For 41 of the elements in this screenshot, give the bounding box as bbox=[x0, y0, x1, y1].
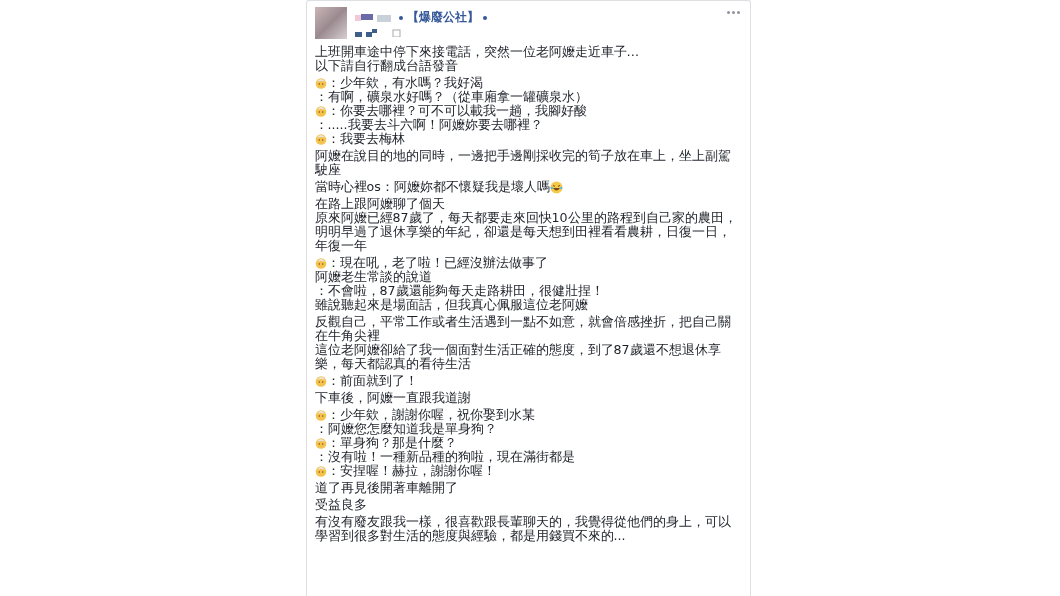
post-text-line: ：阿嬤您怎麼知道我是單身狗？ bbox=[314, 422, 497, 436]
elder-emoji-icon bbox=[314, 437, 327, 449]
post-text-line: ：.....我要去斗六啊！阿嬤妳要去哪裡？ bbox=[314, 118, 543, 132]
post-text-line: 在路上跟阿嬤聊了個天 bbox=[314, 197, 445, 211]
elder-emoji-icon bbox=[314, 257, 327, 269]
post-text-line: 下車後，阿嬤一直跟我道謝 bbox=[314, 391, 471, 405]
elder-emoji-icon bbox=[314, 133, 327, 145]
post-text-line: 雖說聽起來是場面話，但我真心佩服這位老阿嬤 bbox=[314, 298, 588, 312]
separator-dot bbox=[482, 15, 487, 20]
avatar-placeholder bbox=[314, 7, 347, 39]
laughing-emoji-icon bbox=[549, 181, 563, 194]
dialogue-line: ：安捏喔！赫拉，謝謝你喔！ bbox=[326, 464, 496, 478]
dialogue-line: ：單身狗？那是什麼？ bbox=[326, 436, 457, 450]
post-text-line: ：沒有啦！一種新品種的狗啦，現在滿街都是 bbox=[314, 450, 575, 464]
post-text-line: 阿嬤在說目的地的同時，一邊把手邊剛採收完的筍子放在車上，坐上副駕駛座 bbox=[314, 149, 732, 177]
elder-emoji-icon bbox=[314, 105, 327, 117]
dialogue-line: ：少年欸，有水嗎？我好渴 bbox=[326, 76, 483, 90]
dialogue-line: ：你要去哪裡？可不可以載我一趟，我腳好酸 bbox=[326, 104, 587, 118]
post-text-line: 以下請自行翻成台語發音 bbox=[314, 59, 458, 73]
post-text-line: 上班開車途中停下來接電話，突然一位老阿嬤走近車子… bbox=[314, 45, 640, 59]
post-text-line: 道了再見後開著車離開了 bbox=[314, 481, 458, 495]
blurred-timestamp-drawing bbox=[354, 29, 401, 37]
post-text-line: 當時心裡os：阿嬤妳都不懷疑我是壞人嗎 bbox=[314, 180, 550, 194]
elder-emoji-icon bbox=[314, 465, 327, 477]
post-text-line: ：有啊，礦泉水好嗎？（從車廂拿一罐礦泉水） bbox=[314, 90, 588, 104]
dialogue-line: ：前面就到了！ bbox=[326, 374, 418, 388]
post-text-line: 阿嬤老生常談的說道 bbox=[314, 270, 432, 284]
elder-emoji-icon bbox=[314, 375, 327, 387]
elder-emoji-icon bbox=[314, 409, 327, 421]
post-text-line: 原來阿嬤已經87歲了，每天都要走來回快10公里的路程到自己家的農田，明明早過了退休享樂的年紀，卻還是每天想到田裡看看農耕，日復一日，年復一年 bbox=[314, 211, 738, 253]
dialogue-line: ：現在吼，老了啦！已經沒辦法做事了 bbox=[326, 256, 548, 270]
group-name-link[interactable]: 【爆廢公社】 bbox=[406, 9, 479, 26]
dialogue-line: ：少年欸，謝謝你喔，祝你娶到水某 bbox=[326, 408, 535, 422]
post-text-line: 有沒有廢友跟我一樣，很喜歡跟長輩聊天的，我覺得從他們的身上，可以學習到很多對生活的態度與經驗，都是用錢買不來的... bbox=[314, 515, 732, 543]
post-text-line: 這位老阿嬤卻給了我一個面對生活正確的態度，到了87歲還不想退休享樂，每天都認真的看待生活 bbox=[314, 343, 722, 371]
post-text-line: ：不會啦，87歲還能夠每天走路耕田，很健壯捏！ bbox=[314, 284, 604, 298]
separator-dot bbox=[398, 15, 403, 20]
elder-emoji-icon bbox=[314, 77, 327, 89]
dialogue-line: ：我要去梅林 bbox=[326, 132, 405, 146]
post-text-line: 受益良多 bbox=[314, 498, 367, 512]
post-text-line: 反觀自己，平常工作或者生活遇到一點不如意，就會倍感挫折，把自己關在牛角尖裡 bbox=[314, 315, 732, 343]
